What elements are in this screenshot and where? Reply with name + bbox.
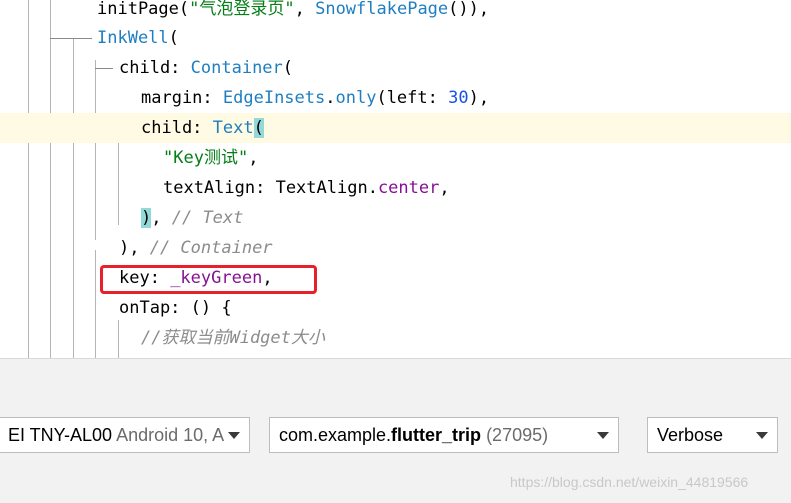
code-line[interactable]: ), // Container (0, 233, 791, 263)
code-line[interactable]: InkWell( (0, 23, 791, 53)
chevron-down-icon (228, 432, 240, 439)
code-token: ( (282, 58, 294, 78)
code-line[interactable]: "Key测试", (0, 143, 791, 173)
code-token: child: (141, 118, 213, 138)
code-text: onTap: () { (119, 293, 232, 323)
code-text: "Key测试", (163, 143, 258, 173)
process-selector[interactable]: com.example.flutter_trip (27095) (269, 417, 619, 453)
code-token: ()), (448, 0, 490, 19)
code-token: Text (212, 118, 254, 138)
code-token: textAlign: TextAlign. (163, 178, 378, 198)
process-pid: (27095) (486, 425, 549, 445)
watermark: https://blog.csdn.net/weixin_44819566 (510, 474, 749, 490)
chevron-down-icon (756, 432, 768, 439)
code-token: . (325, 88, 336, 108)
code-token: "气泡登录页" (189, 0, 295, 19)
code-token: 30 (448, 88, 469, 108)
code-text: child: Text( (141, 113, 264, 143)
code-line[interactable]: //获取当前Widget大小 (0, 323, 791, 353)
code-token: SnowflakePage (315, 0, 449, 19)
code-token: ( (168, 28, 179, 48)
log-level-selector[interactable]: Verbose (647, 417, 778, 453)
process-label: com.example.flutter_trip (27095) (279, 418, 548, 452)
device-selector[interactable]: EI TNY-AL00 Android 10, A (0, 417, 250, 453)
chevron-down-icon (597, 432, 609, 439)
code-token: initPage( (97, 0, 190, 19)
code-token: child: (119, 58, 191, 78)
code-token: , (248, 148, 259, 168)
package-prefix: com.example. (279, 425, 392, 445)
code-line[interactable]: textAlign: TextAlign.center, (0, 173, 791, 203)
code-line[interactable]: initPage("气泡登录页", SnowflakePage()), (0, 0, 791, 24)
code-text: margin: EdgeInsets.only(left: 30), (141, 83, 489, 113)
device-name: EI TNY-AL00 (8, 425, 113, 445)
code-text: child: Container( (119, 53, 293, 83)
code-token: Container (190, 58, 283, 78)
code-token: "Key测试" (163, 148, 249, 168)
code-token: , (151, 208, 172, 228)
code-token: //获取当前Widget大小 (141, 328, 325, 348)
code-token: ( (253, 118, 264, 138)
device-label: EI TNY-AL00 Android 10, A (8, 418, 224, 452)
code-token: EdgeInsets (222, 88, 326, 108)
code-token: , (294, 0, 316, 19)
code-token: ), (468, 88, 490, 108)
code-text: ), // Container (119, 233, 273, 263)
code-token: // Container (149, 238, 273, 258)
code-token: ), (119, 238, 150, 258)
code-text: //获取当前Widget大小 (141, 323, 325, 353)
code-token: ) (141, 208, 152, 228)
code-text: initPage("气泡登录页", SnowflakePage()), (97, 0, 489, 24)
code-line[interactable]: child: Container( (0, 53, 791, 83)
code-token: , (439, 178, 450, 198)
code-text: InkWell( (97, 23, 179, 53)
code-token: margin: (141, 88, 223, 108)
code-line[interactable]: onTap: () { (0, 293, 791, 323)
code-token: InkWell (97, 28, 169, 48)
package-name: flutter_trip (391, 425, 482, 445)
code-line[interactable]: ), // Text (0, 203, 791, 233)
code-token: // Text (171, 208, 244, 228)
log-level-label: Verbose (657, 425, 724, 445)
code-token: only (335, 88, 377, 108)
code-line[interactable]: margin: EdgeInsets.only(left: 30), (0, 83, 791, 113)
code-token: center (377, 178, 440, 198)
code-line[interactable]: child: Text( (0, 113, 791, 143)
code-text: textAlign: TextAlign.center, (163, 173, 450, 203)
code-text: ), // Text (141, 203, 243, 233)
code-editor[interactable]: initPage("气泡登录页", SnowflakePage()), InkWe… (0, 0, 791, 358)
device-detail: Android 10, A (116, 425, 225, 445)
code-token: onTap: () { (119, 298, 232, 318)
highlight-box (100, 265, 317, 294)
code-token: (left: (376, 88, 449, 108)
